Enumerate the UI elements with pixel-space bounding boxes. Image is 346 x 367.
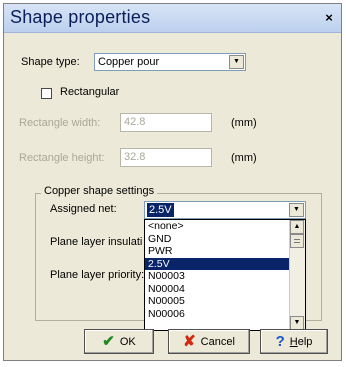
rectangle-width-field[interactable]: 42.8 xyxy=(120,113,212,132)
plane-priority-label: Plane layer priority: xyxy=(50,269,145,281)
rectangle-width-value: 42.8 xyxy=(124,116,146,128)
net-option[interactable]: <none> xyxy=(145,220,290,233)
title-bar[interactable]: Shape properties × xyxy=(4,4,341,33)
help-button[interactable]: ? Help xyxy=(260,329,328,354)
net-option[interactable]: GND xyxy=(145,233,290,246)
rectangle-width-label: Rectangle width: xyxy=(19,117,101,129)
help-label: Help xyxy=(290,336,313,348)
net-option[interactable]: N00005 xyxy=(145,295,290,308)
net-dropdown-list[interactable]: <none> GND PWR 2.5V N00003 N00004 N00005 N00006… xyxy=(144,219,306,331)
help-label-rest: elp xyxy=(297,335,313,348)
rectangle-height-label: Rectangle height: xyxy=(19,152,105,164)
rectangle-height-unit: (mm) xyxy=(231,152,257,164)
close-icon[interactable]: × xyxy=(321,10,337,25)
ok-label: OK xyxy=(119,335,136,348)
x-icon: ✘ xyxy=(183,333,196,350)
net-option[interactable]: N00006 xyxy=(145,308,290,321)
dropdown-scrollbar[interactable]: ▲ ▼ xyxy=(289,220,305,330)
copper-settings-title: Copper shape settings xyxy=(41,185,158,197)
assigned-net-label: Assigned net: xyxy=(50,203,117,215)
rectangular-checkbox[interactable] xyxy=(41,88,52,99)
net-option[interactable]: 2.5V xyxy=(145,257,290,270)
cancel-label: Cancel xyxy=(200,335,235,348)
assigned-net-select[interactable]: 2.5V ▼ xyxy=(144,201,306,219)
assigned-net-value: 2.5V xyxy=(147,203,174,217)
net-option-list: <none> GND PWR 2.5V N00003 N00004 N00005 N00006 xyxy=(145,220,290,320)
rectangle-width-unit: (mm) xyxy=(231,117,257,129)
rectangular-label: Rectangular xyxy=(60,86,120,98)
net-option[interactable]: N00003 xyxy=(145,270,290,283)
plane-insulation-label: Plane layer insulati xyxy=(50,236,143,248)
question-icon: ? xyxy=(275,333,285,350)
chevron-down-icon[interactable]: ▼ xyxy=(289,203,304,217)
cancel-button[interactable]: ✘ Cancel xyxy=(168,329,250,354)
shape-type-label: Shape type: xyxy=(21,56,80,68)
net-option[interactable]: PWR xyxy=(145,245,290,258)
shape-properties-dialog: Shape properties × Shape type: Copper po… xyxy=(3,3,342,361)
check-icon: ✔ xyxy=(102,333,115,350)
scroll-thumb[interactable] xyxy=(290,234,304,248)
scroll-up-icon[interactable]: ▲ xyxy=(290,220,304,234)
rectangle-height-field[interactable]: 32.8 xyxy=(120,148,212,167)
rectangle-height-value: 32.8 xyxy=(124,151,146,163)
help-label-mnemonic: H xyxy=(289,335,298,348)
scroll-down-icon[interactable]: ▼ xyxy=(290,316,304,330)
shape-type-select[interactable]: Copper pour ▼ xyxy=(94,53,246,71)
chevron-down-icon[interactable]: ▼ xyxy=(229,55,244,69)
net-option[interactable]: N00004 xyxy=(145,283,290,296)
shape-type-value: Copper pour xyxy=(98,56,160,68)
dialog-title: Shape properties xyxy=(10,7,151,27)
ok-button[interactable]: ✔ OK xyxy=(84,329,154,354)
